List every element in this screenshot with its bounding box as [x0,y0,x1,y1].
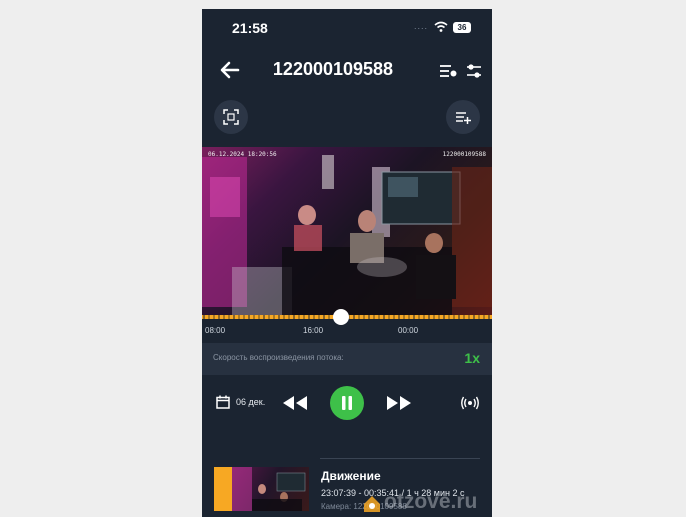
fullscreen-button[interactable] [214,100,248,134]
timeline[interactable]: 08:00 16:00 00:00 [202,309,492,343]
speed-value[interactable]: 1x [464,350,480,366]
back-icon[interactable] [219,59,241,81]
pause-icon [342,396,352,410]
video-timestamp: 06.12.2024 18:20:56 [208,151,277,158]
timeline-label: 08:00 [205,326,226,335]
battery-indicator: 36 [453,22,471,33]
event-marker [214,467,232,511]
speed-label: Скорость воспроизведения потока: [213,353,344,362]
calendar-icon[interactable] [216,395,230,409]
settings-sliders-icon[interactable] [464,61,484,81]
date-label[interactable]: 06 дек. [236,397,265,407]
event-title: Движение [321,469,381,483]
fast-forward-icon[interactable] [386,395,412,411]
status-time: 21:58 [232,20,268,36]
timeline-label: 16:00 [303,326,324,335]
status-bar: 21:58 .... 36 [202,9,492,47]
add-to-list-icon [456,112,471,124]
fullscreen-scan-icon [223,109,239,125]
playlist-icon[interactable] [438,61,458,81]
top-bar: 122000109588 [202,55,492,89]
live-broadcast-icon[interactable] [461,395,479,411]
play-pause-button[interactable] [330,386,364,420]
playback-controls: 06 дек. [202,375,492,431]
event-thumbnail[interactable] [214,467,309,511]
add-to-list-button[interactable] [446,100,480,134]
wifi-icon [434,21,448,32]
rewind-icon[interactable] [282,395,308,411]
event-thumbnail-image [232,467,306,511]
event-divider [320,458,480,459]
video-camera-id: 122000109588 [442,151,486,158]
signal-dots: .... [414,21,429,31]
camera-title: 122000109588 [272,59,394,79]
watermark-text: otzove.ru [384,490,478,513]
playback-speed-row[interactable]: Скорость воспроизведения потока: 1x [202,343,492,375]
timeline-label: 00:00 [398,326,419,335]
camera-frame [202,155,492,315]
phone-screen: 21:58 .... 36 122000109588 06.12.2024 18… [202,9,492,517]
watermark-logo-icon [364,496,380,512]
video-player[interactable]: 06.12.2024 18:20:56 122000109588 [202,147,492,315]
